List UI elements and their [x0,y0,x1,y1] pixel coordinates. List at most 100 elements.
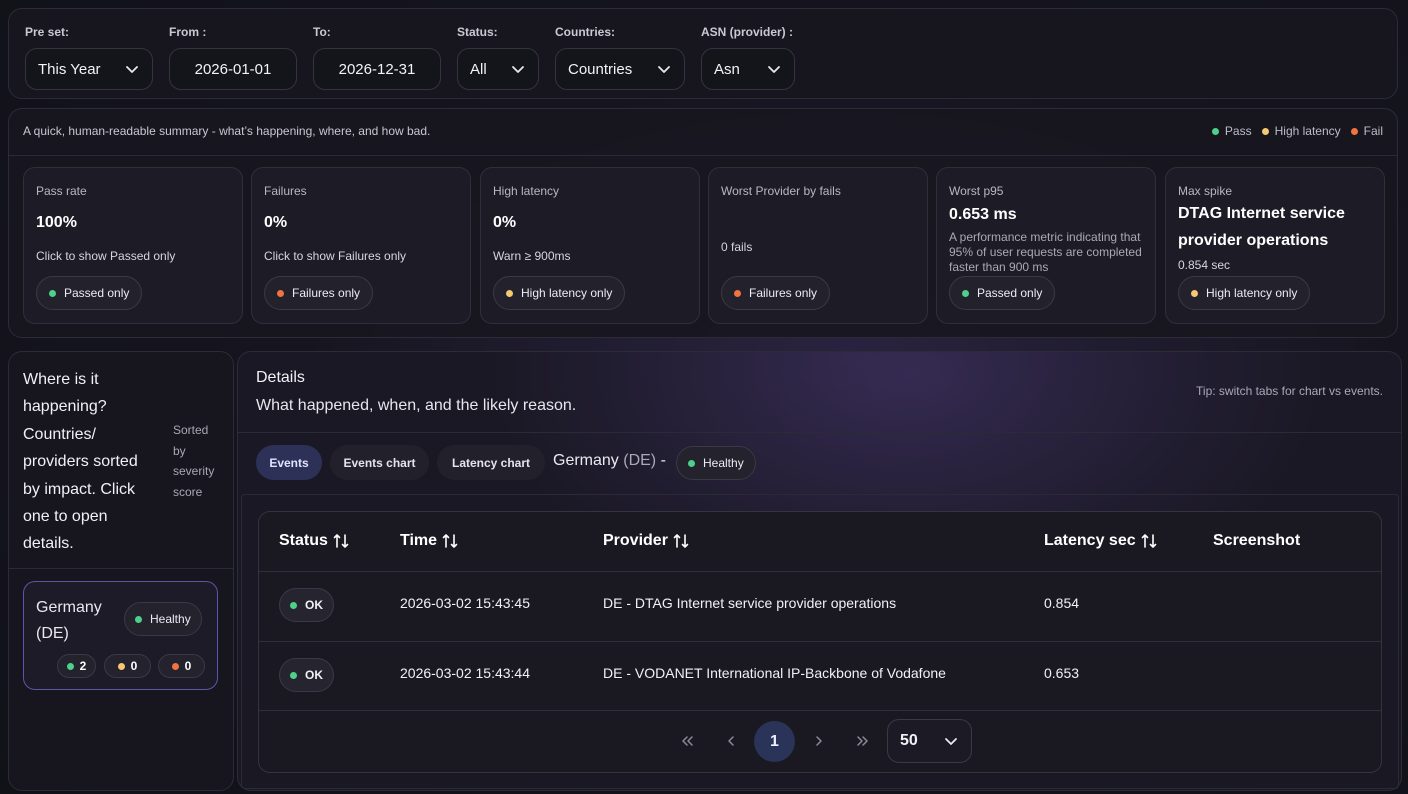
health-badge: Healthy [676,446,756,480]
status-label: OK [305,668,323,682]
pagination: 1 50 [259,719,1381,763]
status-label: OK [305,598,323,612]
first-page-button[interactable] [676,730,698,752]
previous-page-button[interactable] [720,730,742,752]
chevron-down-icon [658,66,670,73]
sort-icon [1141,534,1156,548]
warn-dot-icon [506,289,513,297]
worst-provider-card[interactable]: Worst Provider by fails 0 fails Failures… [708,167,928,324]
worst-p95-value: 0.653 ms [949,206,1017,223]
legend-fail: Fail [1350,124,1383,138]
passed-only-button[interactable]: Passed only [949,276,1056,310]
divider [9,568,233,569]
column-header-latency[interactable]: Latency sec [1044,532,1158,550]
pass-rate-card[interactable]: Pass rate 100% Click to show Passed only… [23,167,243,324]
countries-label: Countries: [555,25,615,39]
status-badge: OK [279,588,334,622]
column-label: Time [400,532,438,549]
page-size-value: 50 [900,732,918,749]
preset-value: This Year [38,60,101,78]
column-header-time[interactable]: Time [400,532,459,550]
failures-card[interactable]: Failures 0% Click to show Failures only … [251,167,471,324]
card-description: Warn ≥ 900ms [493,249,571,263]
high-latency-only-button[interactable]: High latency only [1178,276,1311,310]
current-page-button[interactable]: 1 [754,721,795,762]
last-page-button[interactable] [852,730,874,752]
from-label: From : [169,25,207,39]
next-page-button[interactable] [808,730,830,752]
countries-panel: Where is it happening? Countries/ provid… [8,351,234,791]
failures-only-button[interactable]: Failures only [264,276,374,310]
time-cell: 2026-03-02 15:43:45 [400,595,530,611]
passed-only-button[interactable]: Passed only [36,276,143,310]
legend: Pass High latency Fail [1211,124,1383,138]
to-date-input[interactable]: 2026-12-31 [313,48,441,90]
events-table: Status Time Provider Latency sec Screens… [258,511,1382,773]
legend-high-latency-label: High latency [1274,124,1341,138]
failures-value: 0% [264,214,288,231]
legend-high-latency: High latency [1261,124,1341,138]
chevron-down-icon [945,738,957,745]
warn-count: 0 [130,659,138,673]
sort-icon [333,534,349,548]
pass-dot-icon [290,671,297,679]
pass-dot-icon [49,289,56,297]
to-label: To: [313,25,331,39]
divider [9,155,1397,156]
preset-select[interactable]: This Year [25,48,153,90]
double-chevron-left-icon [682,736,693,746]
preset-filter: Pre set: [25,25,69,39]
from-date-value: 2026-01-01 [194,60,272,78]
tab-events-chart[interactable]: Events chart [330,445,429,480]
card-description: Click to show Passed only [36,249,176,263]
chevron-down-icon [768,66,780,73]
warn-dot-icon [117,662,125,670]
fail-count-badge: 0 [158,654,205,678]
worst-p95-card[interactable]: Worst p95 0.653 ms A performance metric … [936,167,1156,324]
tab-latency-chart[interactable]: Latency chart [437,445,545,480]
column-header-status[interactable]: Status [279,532,350,550]
status-select[interactable]: All [457,48,539,90]
country-card-germany[interactable]: Germany (DE) Healthy 2 0 0 [23,581,218,690]
time-cell: 2026-03-02 15:43:44 [400,665,530,681]
provider-cell: DE - VODANET International IP-Backbone o… [603,665,946,681]
page-size-select[interactable]: 50 [887,719,972,763]
separator: - [660,452,666,469]
button-label: Passed only [64,286,130,300]
divider [238,432,1401,433]
button-label: High latency only [1206,286,1298,300]
button-label: Failures only [292,286,361,300]
worst-provider-fails: 0 fails [721,240,753,254]
chevron-down-icon [126,66,138,73]
pass-dot-icon [135,615,142,623]
failures-only-button[interactable]: Failures only [721,276,831,310]
high-latency-card[interactable]: High latency 0% Warn ≥ 900ms High latenc… [480,167,700,324]
tab-events[interactable]: Events [256,445,322,480]
sort-note: Sorted by severity score [173,423,215,499]
countries-heading: Where is it happening? Countries/ provid… [23,371,138,553]
fail-dot-icon [1350,127,1358,135]
double-chevron-right-icon [857,736,868,746]
preset-label: Pre set: [25,25,70,39]
column-label: Provider [603,532,668,549]
row-divider [259,571,1381,572]
to-date-value: 2026-12-31 [338,60,416,78]
health-badge: Healthy [124,602,202,636]
row-divider [259,641,1381,642]
provider-cell: DE - DTAG Internet service provider oper… [603,595,897,611]
chevron-right-icon [816,736,822,746]
pass-dot-icon [1211,127,1219,135]
from-filter: From : [169,25,206,39]
fail-count: 0 [184,659,192,673]
asn-filter: ASN (provider) : [701,25,793,39]
column-header-provider[interactable]: Provider [603,532,690,550]
card-description: Click to show Failures only [264,249,407,263]
countries-select[interactable]: Countries [555,48,685,90]
from-date-input[interactable]: 2026-01-01 [169,48,297,90]
max-spike-card[interactable]: Max spike DTAG Internet service provider… [1165,167,1385,324]
selected-country-code: (DE) [623,452,657,469]
column-label: Latency sec [1044,532,1136,549]
high-latency-only-button[interactable]: High latency only [493,276,626,310]
column-header-screenshot: Screenshot [1213,532,1300,550]
asn-select[interactable]: Asn [701,48,795,90]
